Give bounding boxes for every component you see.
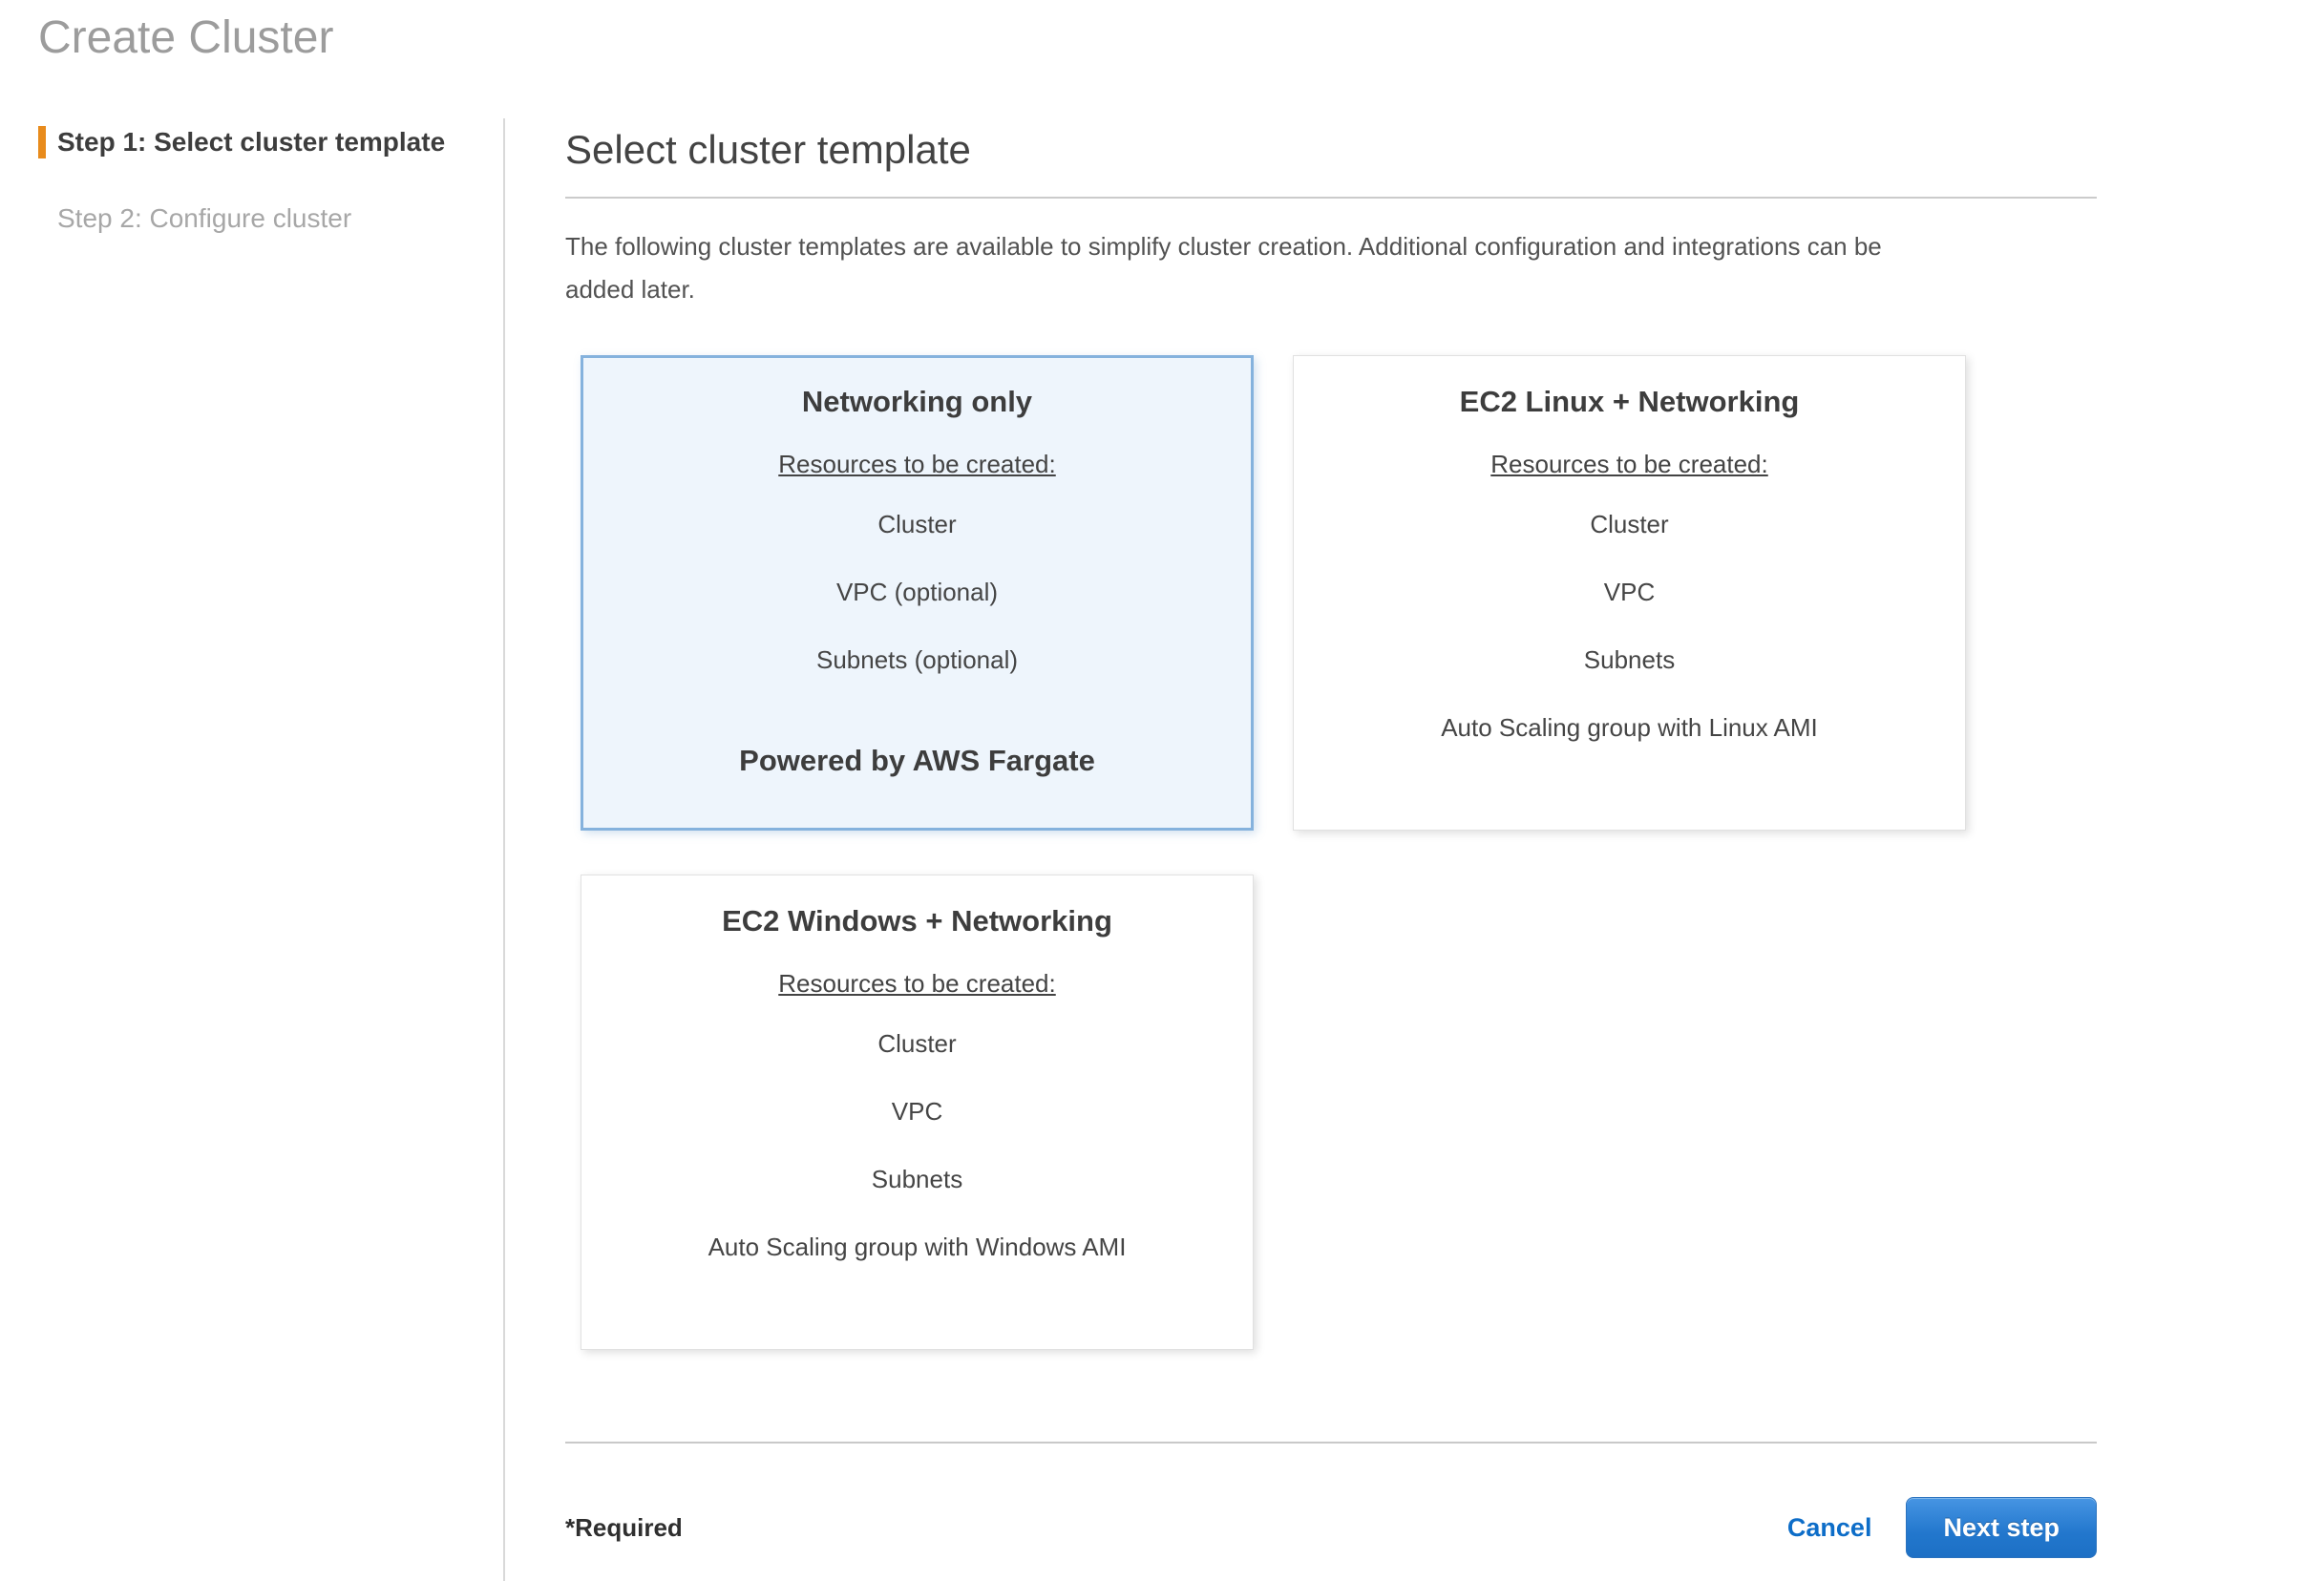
template-cards-grid: Networking only Resources to be created:…: [581, 355, 2097, 1350]
card-resource: Subnets: [1294, 645, 1965, 675]
card-resource: Subnets: [581, 1165, 1253, 1194]
heading-divider: [565, 197, 2097, 199]
card-title: EC2 Windows + Networking: [581, 904, 1253, 938]
sidebar-step-1[interactable]: Step 1: Select cluster template: [38, 126, 503, 158]
card-resource: Cluster: [583, 510, 1251, 539]
card-resource: VPC (optional): [583, 578, 1251, 607]
main-panel: Select cluster template The following cl…: [505, 118, 2324, 1581]
footer-bar: *Required Cancel Next step: [565, 1497, 2097, 1558]
card-resource: Cluster: [1294, 510, 1965, 539]
cancel-button[interactable]: Cancel: [1787, 1513, 1872, 1543]
template-card-ec2-linux-networking[interactable]: EC2 Linux + Networking Resources to be c…: [1293, 355, 1966, 831]
template-card-ec2-windows-networking[interactable]: EC2 Windows + Networking Resources to be…: [581, 875, 1254, 1350]
card-subtitle: Resources to be created:: [1294, 450, 1965, 479]
card-resource: VPC: [1294, 578, 1965, 607]
card-title: EC2 Linux + Networking: [1294, 385, 1965, 419]
create-cluster-page: Create Cluster Step 1: Select cluster te…: [0, 0, 2324, 1581]
sidebar-step-2-label: Step 2: Configure cluster: [57, 203, 351, 233]
card-title: Networking only: [583, 385, 1251, 419]
card-resource: Cluster: [581, 1029, 1253, 1059]
required-note: *Required: [565, 1513, 683, 1543]
template-card-networking-only[interactable]: Networking only Resources to be created:…: [581, 355, 1254, 831]
sidebar-step-2[interactable]: Step 2: Configure cluster: [38, 202, 503, 235]
next-step-button[interactable]: Next step: [1906, 1497, 2097, 1558]
footer-actions: Cancel Next step: [1787, 1497, 2097, 1558]
content-area: Step 1: Select cluster template Step 2: …: [0, 118, 2324, 1581]
section-description: The following cluster templates are avai…: [565, 225, 1931, 311]
card-subtitle: Resources to be created:: [583, 450, 1251, 479]
wizard-steps-sidebar: Step 1: Select cluster template Step 2: …: [0, 118, 505, 1581]
footer-divider: [565, 1442, 2097, 1444]
page-title: Create Cluster: [38, 11, 2324, 65]
card-resource: VPC: [581, 1097, 1253, 1127]
fargate-badge: Powered by AWS Fargate: [583, 744, 1251, 778]
card-resource: Subnets (optional): [583, 645, 1251, 675]
card-resource: Auto Scaling group with Linux AMI: [1294, 713, 1965, 743]
card-resource: Auto Scaling group with Windows AMI: [581, 1233, 1253, 1262]
card-subtitle: Resources to be created:: [581, 969, 1253, 999]
sidebar-step-1-label: Step 1: Select cluster template: [57, 127, 445, 157]
section-heading: Select cluster template: [565, 126, 2097, 174]
